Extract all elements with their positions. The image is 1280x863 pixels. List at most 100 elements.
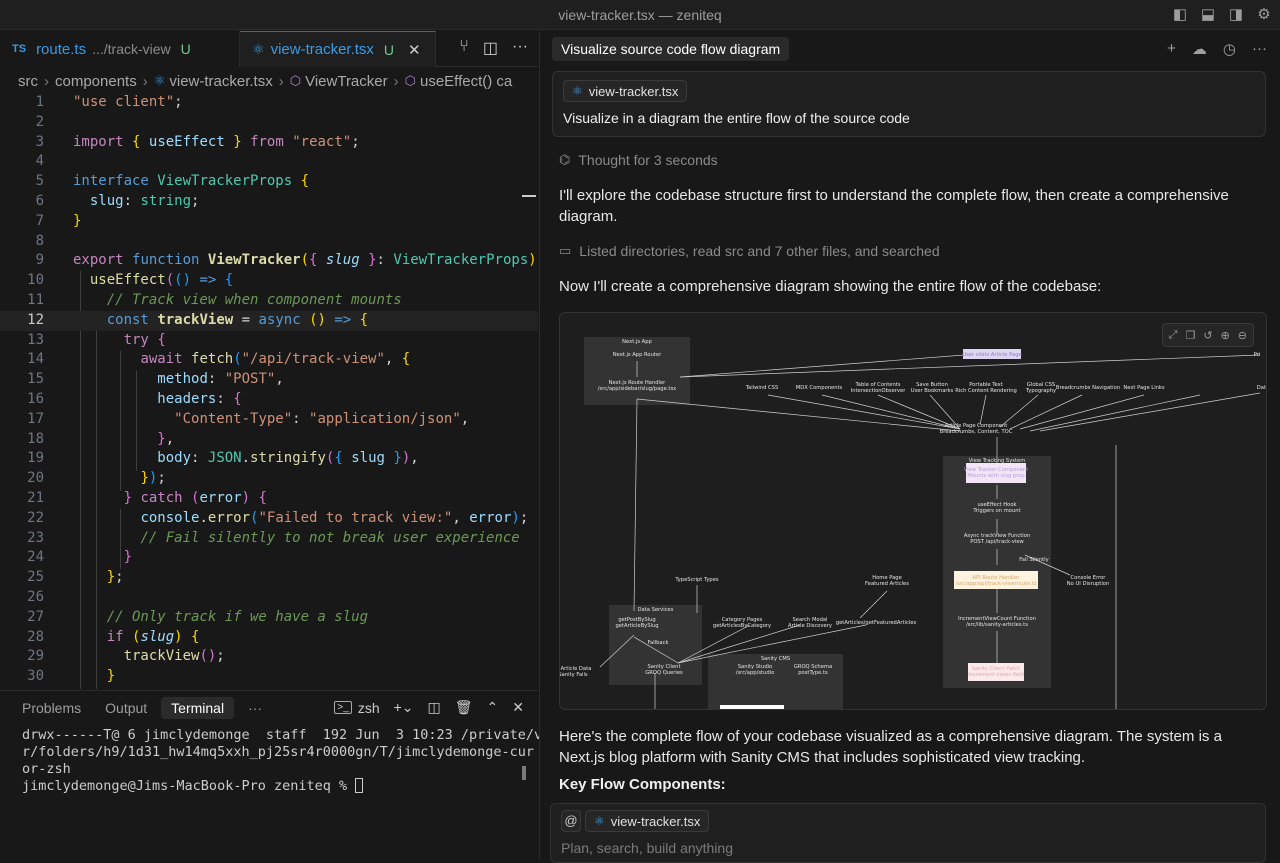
flow-diagram[interactable]: Next.js App View Tracking System Data Serv… xyxy=(559,312,1267,710)
close-panel-icon[interactable]: ✕ xyxy=(512,699,524,716)
more-actions-icon[interactable]: ··· xyxy=(1252,40,1267,58)
diagram-node: MDX Components xyxy=(796,385,843,391)
tab-terminal[interactable]: Terminal xyxy=(161,697,235,719)
diagram-node: TypeScript Types xyxy=(674,577,719,583)
code-line: 30 } xyxy=(27,668,116,685)
diagram-node: Typography xyxy=(1025,388,1056,394)
history-icon[interactable]: ◷ xyxy=(1223,40,1236,58)
breadcrumb-item[interactable]: components xyxy=(55,73,137,90)
untracked-badge: U xyxy=(383,41,395,58)
diagram-node: Mounts with slug prop xyxy=(967,473,1025,479)
diagram-node: GROQ Schema xyxy=(794,664,832,670)
input-placeholder: Plan, search, build anything xyxy=(561,840,733,856)
more-tabs-icon[interactable]: ··· xyxy=(238,697,272,719)
diagram-edge xyxy=(979,394,987,426)
code-line: 4 xyxy=(35,153,44,170)
assistant-message: Now I'll create a comprehensive diagram … xyxy=(559,278,1102,295)
zoom-in-icon[interactable]: ⊕ xyxy=(1221,329,1230,342)
maximize-panel-icon[interactable]: ⌃ xyxy=(487,699,499,716)
diagram-edge xyxy=(767,394,961,430)
diagram-node: /src/app/api/track-view/route.ts xyxy=(956,581,1037,587)
chip-label: view-tracker.tsx xyxy=(588,83,679,99)
diagram-node: Portable Text xyxy=(969,382,1003,388)
overview-ruler-mark xyxy=(522,195,536,197)
mention-icon[interactable]: @ xyxy=(561,810,581,832)
user-message: ⚛ view-tracker.tsx Visualize in a diagram… xyxy=(552,71,1266,137)
tab-route-ts[interactable]: TS route.ts .../track-view U xyxy=(0,31,240,67)
code-line: 8 xyxy=(35,232,44,249)
diagram-node: Global CSS xyxy=(1027,382,1055,388)
terminal-line: r/folders/h9/1d31_hw14mq5xxh_pj25sr4r000… xyxy=(22,744,535,760)
diagram-node: User visits Article Page xyxy=(962,352,1021,358)
diagram-node: Sanity Fails xyxy=(560,672,588,678)
terminal-line: drwx------T@ 6 jimclydemonge staff 192 J… xyxy=(22,727,551,743)
diagram-edge xyxy=(1029,394,1201,432)
terminal-scrollbar[interactable] xyxy=(522,766,526,780)
code-line: 23 // Fail silently to not break user ex… xyxy=(27,529,520,546)
diagram-node: Breadcrumbs, Content, TOC xyxy=(940,429,1013,435)
source-control-icon[interactable]: ⑂ xyxy=(459,38,469,58)
new-terminal-icon[interactable]: +⌄ xyxy=(394,699,414,716)
split-editor-icon[interactable]: ◫ xyxy=(483,38,498,58)
toggle-secondary-sidebar-icon[interactable]: ◨ xyxy=(1226,5,1246,25)
file-context-chip[interactable]: ⚛ view-tracker.tsx xyxy=(585,810,710,832)
title-bar: view-tracker.tsx — zeniteq ◧ ⬓ ◨ ⚙ xyxy=(0,0,1280,30)
tab-problems[interactable]: Problems xyxy=(12,697,91,719)
tab-output[interactable]: Output xyxy=(95,697,157,719)
shell-label[interactable]: zsh xyxy=(358,700,380,716)
diagram-node: IntersectionObserver xyxy=(851,388,907,394)
trash-icon[interactable]: 🗑 xyxy=(455,699,473,716)
chat-title-tab[interactable]: Visualize source code flow diagram xyxy=(552,37,790,61)
code-line: 17 "Content-Type": "application/json", xyxy=(27,410,470,427)
diagram-node: POST /api/track-view xyxy=(970,539,1024,545)
diagram-node: Article Discovery xyxy=(788,623,832,629)
diagram-node: Next Page Links xyxy=(1123,385,1165,391)
zoom-out-icon[interactable]: ⊖ xyxy=(1238,329,1247,342)
new-chat-icon[interactable]: + xyxy=(1167,40,1176,58)
diagram-node: Rich Content Rendering xyxy=(955,388,1017,394)
chat-input[interactable]: @ ⚛ view-tracker.tsx Plan, search, build … xyxy=(550,803,1266,863)
more-actions-icon[interactable]: ··· xyxy=(512,38,528,58)
code-line: 14 await fetch("/api/track-view", { xyxy=(27,351,411,368)
code-line: 9 export function ViewTracker({ slug }: V… xyxy=(35,252,537,269)
settings-gear-icon[interactable]: ⚙ xyxy=(1254,5,1274,25)
code-line: 1 "use client"; xyxy=(35,94,183,110)
tab-view-tracker[interactable]: ⚛ view-tracker.tsx U ✕ xyxy=(240,31,436,67)
diagram-node: Featured Articles xyxy=(865,581,909,587)
code-line-current: 12 const trackView = async () => { xyxy=(0,310,538,331)
copy-icon[interactable]: ❐ xyxy=(1185,329,1195,342)
terminal-line: or-zsh xyxy=(22,761,71,777)
code-editor[interactable]: 1 "use client"; 2 3 import { useEffect } f… xyxy=(0,93,538,689)
toggle-primary-sidebar-icon[interactable]: ◧ xyxy=(1170,5,1190,25)
code-line: 11 // Track view when component mounts xyxy=(27,291,402,308)
breadcrumb-item[interactable]: ViewTracker xyxy=(305,73,388,90)
breadcrumb: src › components › ⚛ view-tracker.tsx › ⬡ Vie… xyxy=(18,72,513,90)
typescript-icon: TS xyxy=(12,43,27,55)
toggle-panel-icon[interactable]: ⬓ xyxy=(1198,5,1218,25)
thought-status[interactable]: ⌬ Thought for 3 seconds xyxy=(559,152,718,168)
diagram-group-label: Sanity CMS xyxy=(761,656,790,662)
diagram-node: View Tracker Component xyxy=(964,467,1028,473)
breadcrumb-item[interactable]: src xyxy=(18,73,38,90)
code-line: 16 headers: { xyxy=(27,390,242,407)
diagram-node: Async trackView Function xyxy=(964,533,1030,539)
chat-pane: Visualize source code flow diagram + ☁ ◷… xyxy=(539,31,1280,863)
breadcrumb-item[interactable]: view-tracker.tsx xyxy=(169,73,272,90)
split-terminal-icon[interactable]: ◫ xyxy=(428,699,441,716)
file-context-chip[interactable]: ⚛ view-tracker.tsx xyxy=(563,80,688,102)
cloud-icon[interactable]: ☁ xyxy=(1192,40,1207,58)
breadcrumb-item[interactable]: useEffect() ca xyxy=(420,73,512,90)
tool-summary[interactable]: ▭ Listed directories, read src and 7 othe… xyxy=(559,243,940,259)
close-icon[interactable]: ✕ xyxy=(408,41,421,59)
diagram-node: Next.js Route Handler xyxy=(609,380,667,386)
terminal-output[interactable]: drwx------T@ 6 jimclydemonge staff 192 J… xyxy=(22,727,551,795)
reset-icon[interactable]: ↺ xyxy=(1203,329,1212,342)
diagram-edge-label: Fallback xyxy=(648,640,669,646)
tab-path: .../track-view xyxy=(92,41,171,57)
diagram-node: Sanity Client Patch xyxy=(972,666,1021,672)
window-title: view-tracker.tsx — zeniteq xyxy=(558,7,722,23)
terminal-icon: >_ xyxy=(334,701,352,714)
diagram-node: Article Page Component xyxy=(945,423,1008,429)
expand-icon[interactable]: ⤢ xyxy=(1169,329,1178,342)
diagram-edge xyxy=(636,398,961,432)
